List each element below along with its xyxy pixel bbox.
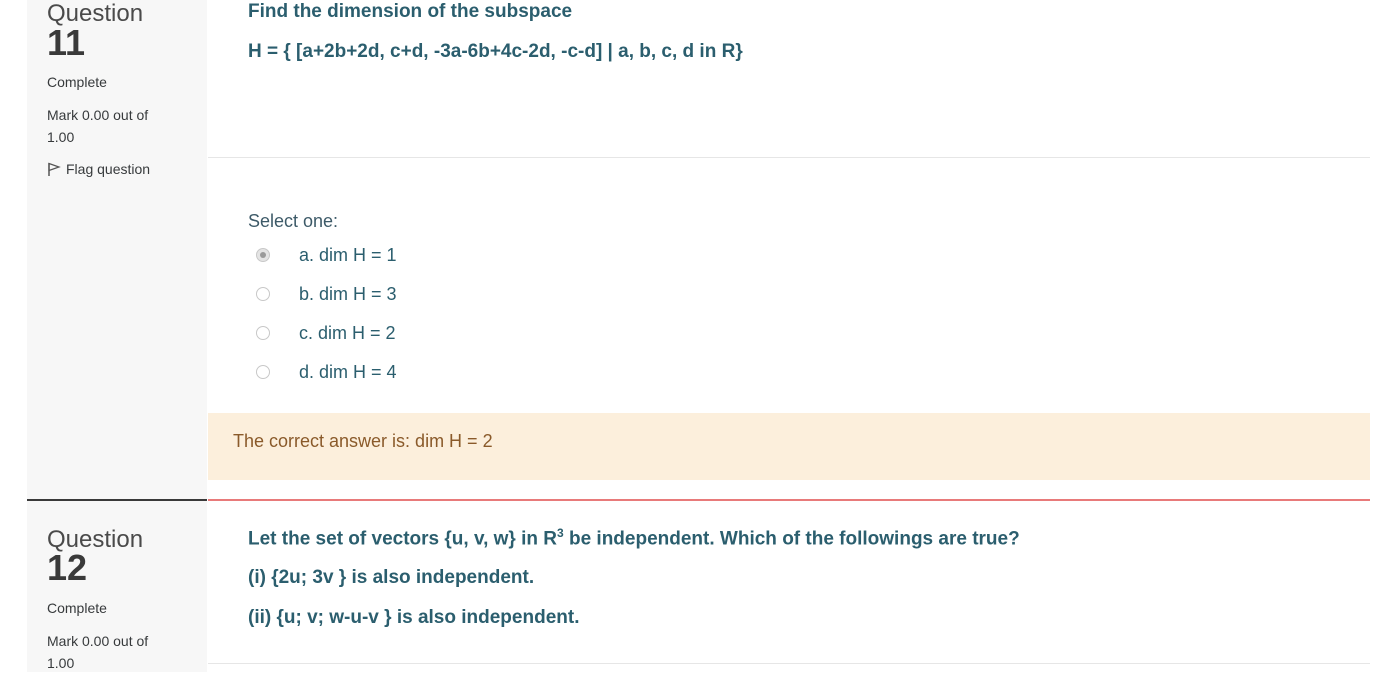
answer-option-b[interactable]: b. dim H = 3 bbox=[248, 282, 397, 306]
question-line-3: (ii) {u; v; w-u-v } is also independent. bbox=[248, 607, 580, 628]
question-mark: Mark 0.00 out of 1.00 bbox=[47, 107, 149, 145]
select-one-label: Select one: bbox=[248, 211, 339, 231]
question-title: Find the dimension of the subspace bbox=[248, 1, 573, 22]
answer-option-c[interactable]: c. dim H = 2 bbox=[248, 321, 396, 345]
question-11-info: Question 11 Complete Mark 0.00 out of 1.… bbox=[27, 0, 207, 500]
radio-button-d[interactable] bbox=[256, 365, 270, 379]
question-12-info: Question 12 Complete Mark 0.00 out of 1.… bbox=[27, 501, 207, 672]
question-number: 11 bbox=[47, 22, 86, 63]
flag-question-link[interactable]: Flag question bbox=[47, 161, 150, 177]
question-12-content: Let the set of vectors {u, v, w} in R3 b… bbox=[208, 501, 1370, 672]
option-label: a. dim H = 1 bbox=[299, 244, 397, 265]
question-state: Complete bbox=[47, 74, 107, 90]
question-text: Find the dimension of the subspace H = {… bbox=[208, 0, 1370, 158]
feedback-text: The correct answer is: dim H = 2 bbox=[233, 431, 493, 451]
flag-icon bbox=[47, 162, 61, 177]
answer-option-d[interactable]: d. dim H = 4 bbox=[248, 360, 397, 384]
option-label: b. dim H = 3 bbox=[299, 283, 397, 304]
question-line-1-text: Let the set of vectors {u, v, w} in R bbox=[248, 528, 557, 550]
option-label: c. dim H = 2 bbox=[299, 322, 396, 343]
question-text: Let the set of vectors {u, v, w} in R3 b… bbox=[208, 501, 1370, 664]
question-11-content: Find the dimension of the subspace H = {… bbox=[208, 0, 1370, 500]
question-line-1-rest: be independent. Which of the followings … bbox=[563, 528, 1020, 550]
radio-button-b[interactable] bbox=[256, 287, 270, 301]
question-line-2: (i) {2u; 3v } is also independent. bbox=[248, 567, 535, 588]
question-line-1: Let the set of vectors {u, v, w} in R3 b… bbox=[248, 526, 1020, 550]
superscript: 3 bbox=[557, 526, 564, 540]
answer-option-a[interactable]: a. dim H = 1 bbox=[248, 243, 397, 267]
option-label: d. dim H = 4 bbox=[299, 361, 397, 382]
correct-answer-feedback: The correct answer is: dim H = 2 bbox=[208, 413, 1370, 480]
radio-button-a[interactable] bbox=[256, 248, 270, 262]
question-formula: H = { [a+2b+2d, c+d, -3a-6b+4c-2d, -c-d]… bbox=[248, 41, 743, 62]
question-mark: Mark 0.00 out of 1.00 bbox=[47, 633, 149, 671]
flag-question-label: Flag question bbox=[66, 161, 151, 177]
question-number: 12 bbox=[47, 547, 88, 588]
question-state: Complete bbox=[47, 600, 107, 616]
radio-button-c[interactable] bbox=[256, 326, 270, 340]
